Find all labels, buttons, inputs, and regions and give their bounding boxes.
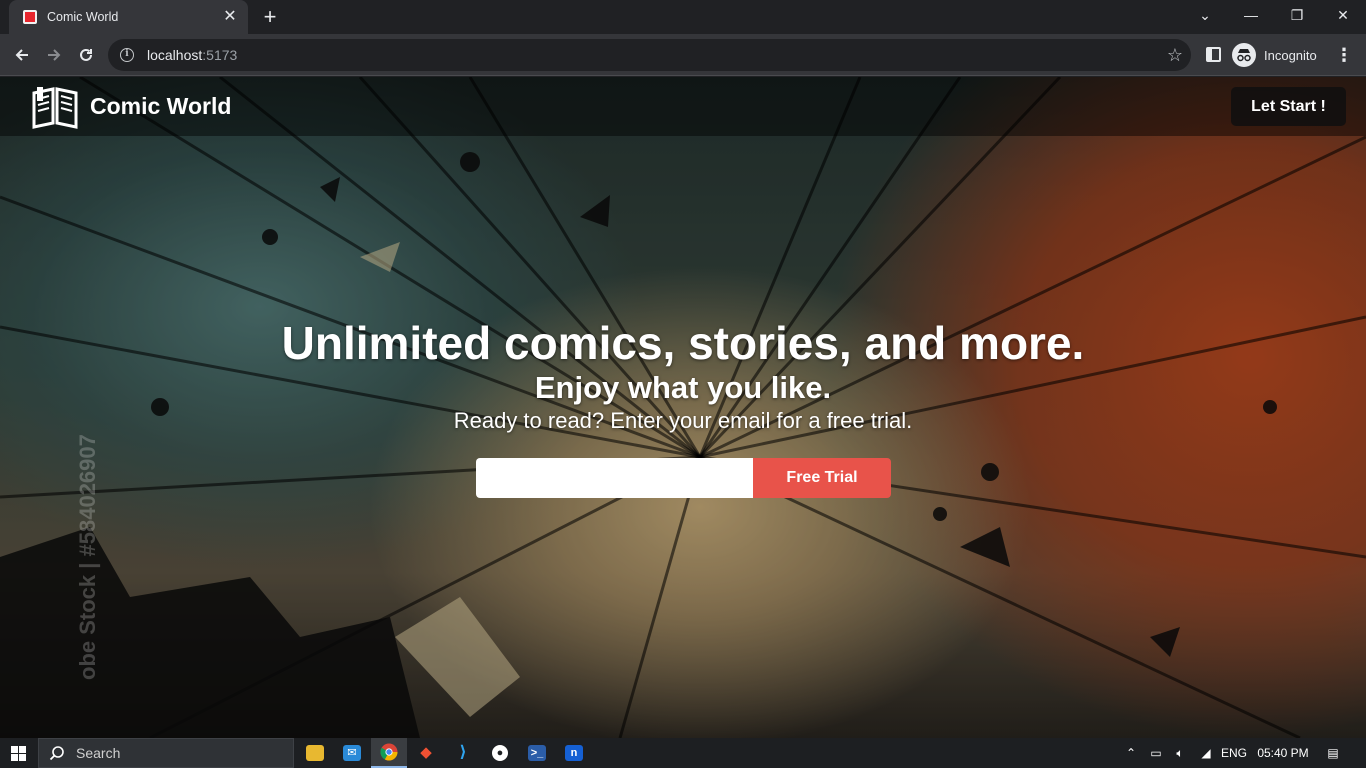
tab-title: Comic World (47, 10, 119, 24)
wifi-icon[interactable]: ◢ (1196, 738, 1216, 768)
hero-title: Unlimited comics, stories, and more. (281, 317, 1085, 369)
windows-taskbar: Search ✉ ◆ ⟩ ● >_ n ⌃ ▭ 🔈︎ ◢ ENG 05:40 P… (0, 738, 1366, 768)
show-hidden-icons-icon[interactable]: ⌃ (1122, 738, 1140, 768)
hero-content: Unlimited comics, stories, and more. Enj… (0, 315, 1366, 437)
url-host: localhost (147, 47, 203, 63)
github-icon[interactable]: ● (482, 738, 518, 768)
let-start-button[interactable]: Let Start ! (1231, 87, 1346, 126)
incognito-icon (1232, 43, 1256, 67)
comic-favicon-icon (23, 10, 37, 24)
hero-description: Ready to read? Enter your email for a fr… (453, 408, 913, 433)
new-tab-button[interactable]: + (258, 6, 282, 30)
windows-start-icon[interactable] (0, 738, 38, 768)
url-port: :5173 (202, 47, 238, 63)
reload-icon[interactable] (72, 41, 100, 69)
minimize-button[interactable]: — (1228, 0, 1274, 34)
site-header: Comic World Let Start ! (0, 77, 1366, 136)
search-label: Search (76, 745, 121, 761)
site-title[interactable]: Comic World (90, 93, 231, 120)
language-indicator[interactable]: ENG (1220, 738, 1248, 768)
file-explorer-icon[interactable] (297, 738, 333, 768)
tab-search-icon[interactable]: ⌄ (1182, 0, 1228, 34)
tab-close-icon[interactable]: ✕ (222, 9, 238, 25)
system-clock[interactable]: 05:40 PM (1256, 738, 1310, 768)
browser-tab[interactable]: Comic World ✕ (9, 0, 248, 34)
back-arrow-icon[interactable] (8, 41, 36, 69)
forward-arrow-icon[interactable] (40, 41, 68, 69)
bookmark-star-icon[interactable]: ☆ (1167, 43, 1183, 67)
battery-icon[interactable]: ▭ (1146, 738, 1166, 768)
mail-icon[interactable]: ✉ (334, 738, 370, 768)
free-trial-button[interactable]: Free Trial (753, 458, 891, 498)
incognito-label: Incognito (1264, 47, 1317, 63)
kebab-menu-icon[interactable]: ⋮ (1334, 41, 1354, 69)
restore-button[interactable]: ❐ (1274, 0, 1320, 34)
notifications-icon[interactable]: ▤ (1322, 738, 1344, 768)
side-panel-icon[interactable] (1206, 47, 1221, 62)
taskbar-search[interactable]: Search (38, 738, 294, 768)
browser-toolbar: i localhost:5173 ☆ Incognito ⋮ (0, 34, 1366, 76)
notion-icon[interactable]: n (556, 738, 592, 768)
page-viewport: obe Stock | #584026907 Comic World Let S… (0, 77, 1366, 738)
git-icon[interactable]: ◆ (408, 738, 444, 768)
open-book-icon[interactable] (31, 85, 79, 129)
chrome-icon[interactable] (371, 738, 407, 768)
search-icon (49, 746, 64, 761)
powershell-icon[interactable]: >_ (519, 738, 555, 768)
hero-subtitle: Enjoy what you like. (534, 370, 832, 405)
vscode-icon[interactable]: ⟩ (445, 738, 481, 768)
email-input[interactable] (476, 458, 753, 498)
close-window-button[interactable]: ✕ (1320, 0, 1366, 34)
browser-tab-strip: Comic World ✕ + ⌄ — ❐ ✕ (0, 0, 1366, 34)
address-bar[interactable]: i localhost:5173 ☆ (108, 39, 1191, 71)
signup-form: Free Trial (476, 458, 891, 498)
volume-icon[interactable]: 🔈︎ (1170, 738, 1190, 768)
incognito-profile[interactable]: Incognito (1232, 43, 1317, 67)
info-icon[interactable]: i (120, 48, 134, 62)
